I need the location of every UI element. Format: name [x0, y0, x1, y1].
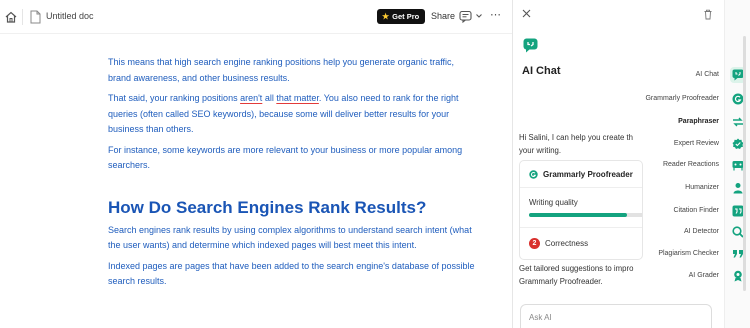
divider	[22, 9, 23, 25]
correctness-label: Correctness	[545, 239, 589, 248]
document-body[interactable]: This means that high search engine ranki…	[108, 55, 478, 295]
get-pro-label: Get Pro	[392, 12, 420, 21]
menu-item-grammarly-proofreader[interactable]: Grammarly Proofreader	[599, 95, 719, 115]
menu-item-ai-chat[interactable]: AI Chat	[599, 71, 719, 91]
app-window: Untitled doc ★ Get Pro Share ⋯ This mean…	[0, 0, 750, 328]
text-run: all	[262, 93, 277, 103]
grammarly-logo-icon	[529, 170, 538, 179]
panel-title: AI Chat	[522, 65, 561, 77]
ask-ai-input[interactable]: Ask AI	[520, 304, 712, 328]
chevron-down-icon[interactable]	[475, 11, 483, 21]
ai-chat-logo-icon	[523, 38, 538, 53]
text-run: That said, your ranking positions	[108, 93, 241, 103]
paragraph: For instance, some keywords are more rel…	[108, 144, 463, 171]
paragraph: This means that high search engine ranki…	[108, 57, 455, 83]
paragraph: That said, your ranking positions aren't…	[108, 91, 478, 138]
scrollbar[interactable]	[743, 36, 746, 291]
more-options-button[interactable]: ⋯	[490, 8, 501, 21]
suggestion-underline[interactable]: aren't	[240, 93, 262, 103]
get-pro-button[interactable]: ★ Get Pro	[377, 9, 426, 24]
paragraph: Indexed pages are pages that have been a…	[108, 260, 475, 287]
document-title[interactable]: Untitled doc	[46, 11, 94, 21]
close-icon[interactable]	[522, 9, 531, 18]
tools-rail	[724, 0, 750, 328]
paragraph: Search engines rank results by using com…	[108, 224, 472, 251]
document-icon	[30, 10, 41, 24]
comment-icon[interactable]	[459, 10, 472, 23]
home-icon[interactable]	[4, 10, 18, 24]
menu-item-reader-reactions[interactable]: Reader Reactions	[599, 161, 719, 181]
menu-item-ai-grader[interactable]: AI Grader	[599, 272, 719, 292]
suggestion-underline[interactable]: that matter	[276, 93, 319, 103]
menu-item-expert-review[interactable]: Expert Review	[599, 140, 719, 160]
top-bar: Untitled doc ★ Get Pro Share ⋯	[0, 0, 512, 34]
trash-icon[interactable]	[703, 9, 713, 20]
menu-item-ai-detector[interactable]: AI Detector	[599, 228, 719, 248]
section-heading: How Do Search Engines Rank Results?	[108, 197, 427, 217]
star-icon: ★	[382, 12, 390, 21]
menu-item-plagiarism-checker[interactable]: Plagiarism Checker	[599, 250, 719, 270]
menu-item-paraphraser[interactable]: Paraphraser	[599, 118, 719, 138]
share-button[interactable]: Share	[431, 11, 455, 21]
correctness-row[interactable]: 2 Correctness	[529, 238, 588, 249]
menu-item-humanizer[interactable]: Humanizer	[599, 184, 719, 204]
correctness-count-badge: 2	[529, 238, 540, 249]
menu-item-citation-finder[interactable]: Citation Finder	[599, 207, 719, 227]
writing-quality-label: Writing quality	[529, 198, 578, 207]
